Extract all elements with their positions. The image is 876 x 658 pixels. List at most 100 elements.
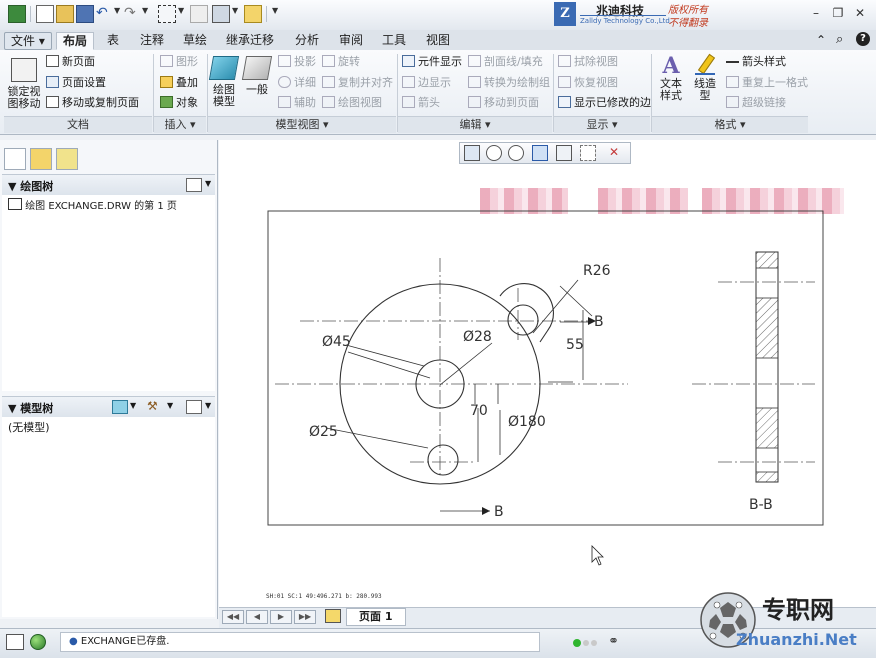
detail-button[interactable]: 详细 <box>278 75 316 91</box>
first-page-icon[interactable]: ◀◀ <box>222 610 244 624</box>
tab-sketch[interactable]: 草绘 <box>177 32 213 50</box>
drawing-tree-header[interactable]: ▼ 绘图树 ▼ <box>2 174 215 196</box>
windows-icon[interactable] <box>212 5 230 23</box>
erase-view-button[interactable]: 拭除视图 <box>558 54 618 70</box>
prev-page-icon[interactable]: ◀ <box>246 610 268 624</box>
general-view-button[interactable]: 一般 <box>241 56 273 96</box>
tab-view[interactable]: 视图 <box>420 32 456 50</box>
convert-to-group-button[interactable]: 转换为绘制组 <box>468 75 550 91</box>
tab-review[interactable]: 审阅 <box>333 32 369 50</box>
new-icon[interactable] <box>36 5 54 23</box>
revolve-icon <box>322 55 335 67</box>
page-tab-1[interactable]: 页面 1 <box>346 608 406 626</box>
projection-button[interactable]: 投影 <box>278 54 316 70</box>
tab-folder-browser-icon[interactable] <box>30 148 52 170</box>
tab-table[interactable]: 表 <box>101 32 125 50</box>
add-page-icon[interactable] <box>325 609 341 623</box>
overlay-button[interactable]: 叠加 <box>160 75 198 91</box>
tab-analysis[interactable]: 分析 <box>289 32 325 50</box>
tools-dropdown-icon[interactable]: ▼ <box>167 401 173 410</box>
find-icon[interactable]: ⚭ <box>608 634 626 650</box>
navigator-toggle-icon[interactable] <box>6 634 24 650</box>
tree-settings-icon[interactable] <box>186 178 202 192</box>
text-style-icon: A <box>662 53 680 79</box>
tree-settings-dropdown-icon[interactable]: ▼ <box>205 179 211 188</box>
collapse-ribbon-icon[interactable]: ⌃ <box>816 33 826 47</box>
lock-view-button[interactable]: 锁定视 图移动 <box>6 58 42 110</box>
new-page-button[interactable]: 新页面 <box>46 54 95 70</box>
open-icon[interactable] <box>56 5 74 23</box>
page-setup-button[interactable]: 页面设置 <box>46 75 106 91</box>
tools-icon[interactable]: ⚒ <box>147 399 158 413</box>
model-tree-settings-icon[interactable] <box>186 400 202 414</box>
save-icon[interactable] <box>76 5 94 23</box>
search-icon[interactable]: ⌕ <box>836 32 843 47</box>
arrow-style-label: 箭头样式 <box>742 55 786 68</box>
model-display-icon[interactable] <box>112 400 128 414</box>
windows-dropdown-icon[interactable]: ▼ <box>232 6 238 15</box>
customize-icon[interactable]: ▼ <box>272 6 278 15</box>
hyperlink-button[interactable]: 超级链接 <box>726 95 786 111</box>
graph-button[interactable]: 图形 <box>160 54 198 70</box>
drawing-view-button[interactable]: 绘图视图 <box>322 95 382 111</box>
tab-favorites-icon[interactable] <box>56 148 78 170</box>
drawing-model-icon <box>208 56 240 80</box>
undo-dropdown-icon[interactable]: ▼ <box>114 6 120 15</box>
select-dropdown-icon[interactable]: ▼ <box>178 6 184 15</box>
model-display-dropdown-icon[interactable]: ▼ <box>130 401 136 410</box>
auxiliary-button[interactable]: 辅助 <box>278 95 316 111</box>
tab-annotate[interactable]: 注释 <box>134 32 170 50</box>
element-display-button[interactable]: 元件显示 <box>402 54 462 70</box>
move-to-page-button[interactable]: 移动到页面 <box>468 95 539 111</box>
browser-toggle-icon[interactable] <box>30 634 46 650</box>
next-page-icon[interactable]: ▶ <box>270 610 292 624</box>
drawing-sheet[interactable]: R26 Ø45 Ø28 55 70 Ø180 Ø25 B B B-B <box>219 140 876 618</box>
move-copy-page-icon <box>46 96 59 108</box>
resume-view-button[interactable]: 恢复视图 <box>558 75 618 91</box>
section-line-fill-button[interactable]: 剖面线/填充 <box>468 54 543 70</box>
last-page-icon[interactable]: ▶▶ <box>294 610 316 624</box>
tab-tools[interactable]: 工具 <box>376 32 412 50</box>
drawing-tree-item[interactable]: 绘图 EXCHANGE.DRW 的第 1 页 <box>8 197 177 212</box>
auxiliary-label: 辅助 <box>294 96 316 109</box>
message-area: ● EXCHANGE已存盘. <box>60 632 540 652</box>
show-modified-edges-button[interactable]: 显示已修改的边 <box>558 95 651 111</box>
close-icon[interactable]: ✕ <box>852 6 868 20</box>
arrow-style-button[interactable]: 箭头样式 <box>726 54 786 70</box>
copy-align-button[interactable]: 复制并对齐 <box>322 75 393 91</box>
restore-icon[interactable]: ❐ <box>830 6 846 20</box>
close-window-icon[interactable] <box>244 5 262 23</box>
text-style-button[interactable]: A 文本 样式 <box>656 54 686 102</box>
line-style-button[interactable]: 线造 型 <box>690 53 720 102</box>
model-tree-settings-dropdown-icon[interactable]: ▼ <box>205 401 211 410</box>
minimize-icon[interactable]: – <box>808 6 824 20</box>
move-copy-page-button[interactable]: 移动或复制页面 <box>46 95 139 111</box>
tab-file[interactable]: 文件 ▾ <box>4 32 52 50</box>
convert-to-group-label: 转换为绘制组 <box>484 76 550 89</box>
undo-icon[interactable]: ↶ <box>96 5 114 23</box>
app-icon[interactable] <box>8 5 26 23</box>
model-tree-item[interactable]: (无模型) <box>8 419 50 435</box>
projection-icon <box>278 55 291 67</box>
regenerate-icon[interactable] <box>190 5 208 23</box>
redo-dropdown-icon[interactable]: ▼ <box>142 6 148 15</box>
revolve-button[interactable]: 旋转 <box>322 54 360 70</box>
object-button[interactable]: 对象 <box>160 95 198 111</box>
redo-icon[interactable]: ↷ <box>124 5 142 23</box>
model-tree-header[interactable]: ▼ 模型树 ▼ ⚒ ▼ ▼ <box>2 396 215 418</box>
resume-view-icon <box>558 76 571 88</box>
select-box-icon[interactable] <box>158 5 176 23</box>
help-icon[interactable]: ? <box>856 32 870 46</box>
general-view-icon <box>241 56 273 80</box>
arrow-button[interactable]: 箭头 <box>402 95 440 111</box>
drawing-model-button[interactable]: 绘图 模型 <box>208 56 240 108</box>
object-label: 对象 <box>176 96 198 109</box>
tab-layout[interactable]: 布局 <box>56 32 95 50</box>
edge-display-button[interactable]: 边显示 <box>402 75 451 91</box>
dim-70: 70 <box>470 403 488 419</box>
tab-inherit[interactable]: 继承迁移 <box>220 32 280 50</box>
sheet-border <box>267 210 824 526</box>
overlay-label: 叠加 <box>176 76 198 89</box>
repeat-last-format-button[interactable]: 重复上一格式 <box>726 75 808 91</box>
tab-model-tree-icon[interactable] <box>4 148 26 170</box>
